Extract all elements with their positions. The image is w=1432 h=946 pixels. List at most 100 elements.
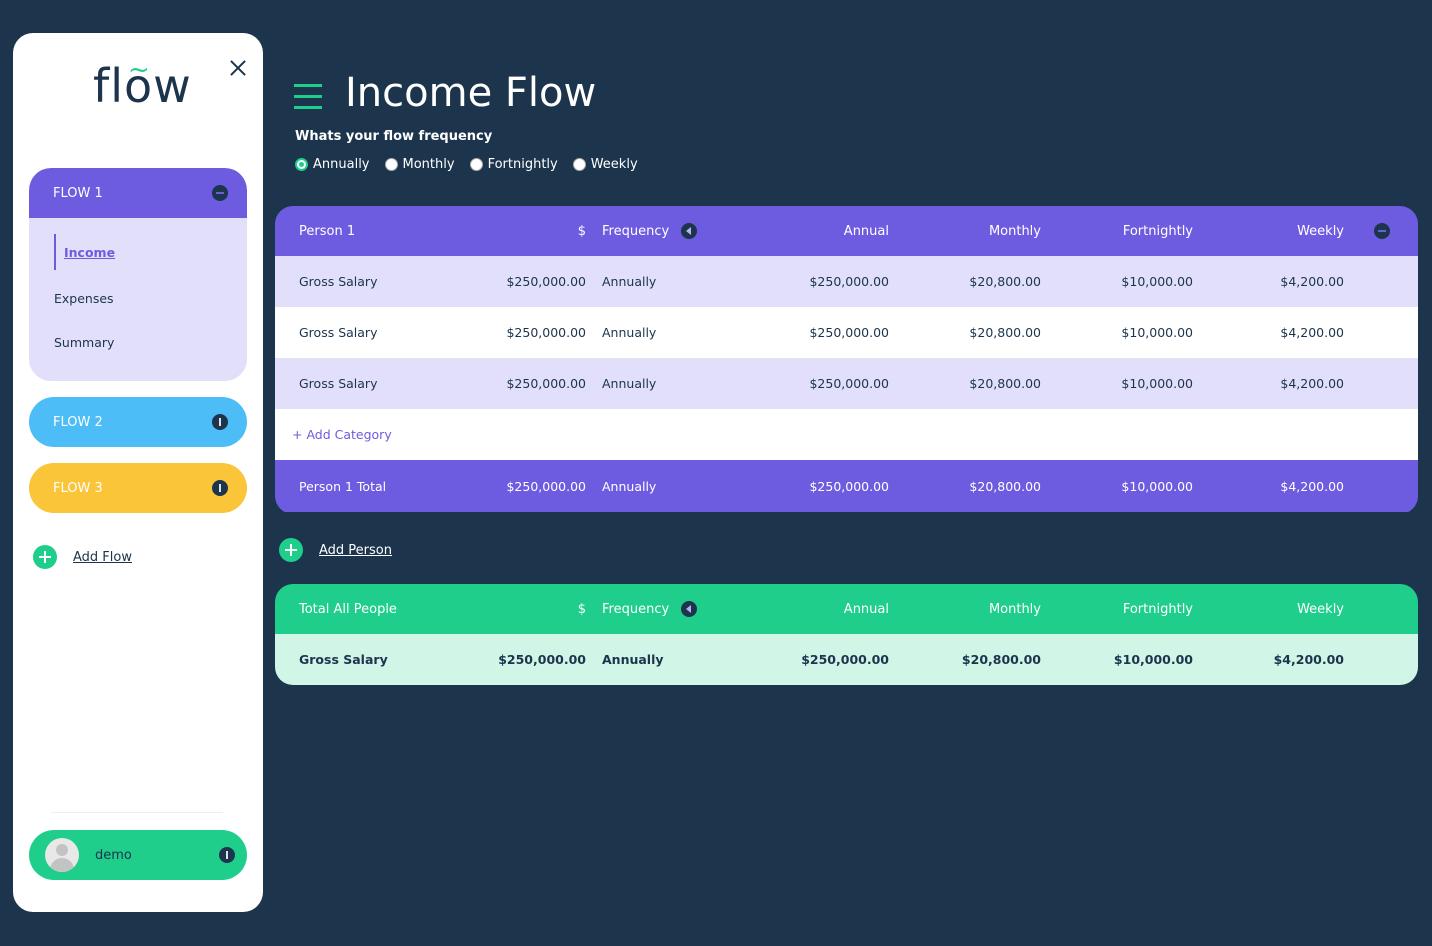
person-total-row: Person 1 Total $250,000.00 Annually $250… bbox=[275, 460, 1418, 512]
cell-frequency: Annually bbox=[602, 376, 657, 391]
sort-icon[interactable] bbox=[681, 601, 698, 617]
col-monthly: Monthly bbox=[988, 223, 1041, 239]
avatar-icon bbox=[45, 838, 79, 872]
logo-tilde-icon: ~ bbox=[128, 55, 151, 85]
cell-fortnightly: $10,000.00 bbox=[1121, 478, 1193, 494]
cell-monthly: $20,800.00 bbox=[961, 652, 1041, 667]
cell-fortnightly: $10,000.00 bbox=[1121, 376, 1193, 391]
radio-annually[interactable]: Annually bbox=[295, 157, 370, 172]
cell-annual: $250,000.00 bbox=[809, 478, 889, 494]
cell-amount: $250,000.00 bbox=[506, 376, 586, 391]
radio-icon bbox=[572, 158, 586, 171]
radio-icon bbox=[384, 158, 398, 171]
table-header: Person 1 $ Frequency Annual Monthly Fort… bbox=[275, 206, 1418, 256]
col-amount: $ bbox=[577, 223, 586, 239]
add-icon bbox=[33, 545, 57, 569]
cell-amount: $250,000.00 bbox=[506, 274, 586, 289]
radio-label: Monthly bbox=[402, 157, 455, 172]
add-category-row: + Add Category bbox=[275, 409, 1418, 460]
cell-monthly: $20,800.00 bbox=[969, 325, 1041, 340]
radio-icon bbox=[295, 158, 308, 171]
subnav-item-summary[interactable]: Summary bbox=[54, 320, 247, 364]
hamburger-icon[interactable] bbox=[294, 84, 322, 110]
cell-name: Gross Salary bbox=[299, 652, 388, 667]
cell-weekly: $4,200.00 bbox=[1280, 274, 1344, 289]
col-frequency: Frequency bbox=[602, 206, 698, 256]
divider bbox=[51, 812, 223, 813]
col-total-people: Total All People bbox=[299, 601, 397, 617]
collapse-icon[interactable] bbox=[212, 185, 228, 201]
flow-2-label: FLOW 2 bbox=[53, 414, 103, 430]
expand-icon[interactable] bbox=[219, 847, 235, 863]
add-category-button[interactable]: + Add Category bbox=[292, 409, 392, 460]
cell-fortnightly: $10,000.00 bbox=[1113, 652, 1193, 667]
add-icon bbox=[279, 538, 303, 562]
collapse-person-control[interactable] bbox=[1362, 206, 1390, 256]
subnav-item-expenses[interactable]: Expenses bbox=[54, 276, 247, 320]
person-table: Person 1 $ Frequency Annual Monthly Fort… bbox=[275, 206, 1418, 514]
cell-annual: $250,000.00 bbox=[801, 652, 889, 667]
add-person-button[interactable]: Add Person bbox=[279, 538, 392, 562]
flow-card-2[interactable]: FLOW 2 bbox=[29, 397, 247, 447]
flow-3-label: FLOW 3 bbox=[53, 480, 103, 496]
cell-amount: $250,000.00 bbox=[506, 325, 586, 340]
app-logo: flow ~ bbox=[93, 55, 192, 113]
cell-name: Gross Salary bbox=[299, 325, 378, 340]
col-person[interactable]: Person 1 bbox=[299, 206, 355, 256]
cell-amount: $250,000.00 bbox=[506, 478, 586, 494]
radio-fortnightly[interactable]: Fortnightly bbox=[469, 157, 558, 172]
cell-annual: $250,000.00 bbox=[809, 376, 889, 391]
add-flow-button[interactable]: Add Flow bbox=[33, 545, 132, 569]
expand-icon[interactable] bbox=[212, 480, 228, 496]
cell-weekly: $4,200.00 bbox=[1280, 376, 1344, 391]
table-row[interactable]: Gross Salary $250,000.00 Annually $250,0… bbox=[275, 358, 1418, 409]
user-menu[interactable]: demo bbox=[29, 830, 247, 880]
cell-annual: $250,000.00 bbox=[809, 325, 889, 340]
cell-weekly: $4,200.00 bbox=[1280, 325, 1344, 340]
col-fortnightly: Fortnightly bbox=[1122, 601, 1193, 617]
page-title: Income Flow bbox=[345, 70, 597, 116]
col-frequency-label: Frequency bbox=[602, 601, 670, 617]
col-amount: $ bbox=[577, 601, 586, 617]
cell-name: Gross Salary bbox=[299, 376, 378, 391]
col-monthly: Monthly bbox=[988, 601, 1041, 617]
cell-name: Person 1 Total bbox=[299, 478, 387, 494]
col-frequency: Frequency bbox=[602, 584, 698, 634]
cell-frequency: Annually bbox=[602, 478, 657, 494]
flow-card-3[interactable]: FLOW 3 bbox=[29, 463, 247, 513]
cell-frequency: Annually bbox=[602, 274, 657, 289]
cell-monthly: $20,800.00 bbox=[969, 274, 1041, 289]
col-weekly: Weekly bbox=[1297, 601, 1344, 617]
col-frequency-label: Frequency bbox=[602, 223, 670, 239]
cell-frequency: Annually bbox=[602, 325, 657, 340]
cell-monthly: $20,800.00 bbox=[969, 376, 1041, 391]
flow-card-1: FLOW 1 Income Expenses Summary bbox=[29, 168, 247, 381]
cell-fortnightly: $10,000.00 bbox=[1121, 274, 1193, 289]
radio-monthly[interactable]: Monthly bbox=[384, 157, 455, 172]
radio-label: Fortnightly bbox=[487, 157, 558, 172]
cell-amount: $250,000.00 bbox=[498, 652, 586, 667]
sort-icon[interactable] bbox=[681, 223, 698, 239]
table-header: Total All People $ Frequency Annual Mont… bbox=[275, 584, 1418, 634]
add-flow-label: Add Flow bbox=[73, 549, 132, 565]
col-fortnightly: Fortnightly bbox=[1122, 223, 1193, 239]
cell-annual: $250,000.00 bbox=[809, 274, 889, 289]
flow-1-subnav: Income Expenses Summary bbox=[29, 234, 247, 364]
cell-weekly: $4,200.00 bbox=[1280, 478, 1344, 494]
cell-fortnightly: $10,000.00 bbox=[1121, 325, 1193, 340]
collapse-icon[interactable] bbox=[1374, 223, 1390, 239]
col-annual: Annual bbox=[843, 223, 889, 239]
sidebar: flow ~ FLOW 1 Income Expenses Summary FL… bbox=[13, 33, 263, 912]
flow-1-header[interactable]: FLOW 1 bbox=[29, 168, 247, 218]
radio-label: Weekly bbox=[590, 157, 638, 172]
expand-icon[interactable] bbox=[212, 414, 228, 430]
close-sidebar-icon[interactable] bbox=[227, 57, 249, 79]
subnav-item-income[interactable]: Income bbox=[54, 234, 247, 270]
flow-1-label: FLOW 1 bbox=[53, 185, 103, 201]
radio-icon bbox=[469, 158, 483, 171]
add-person-label: Add Person bbox=[319, 542, 392, 558]
radio-weekly[interactable]: Weekly bbox=[572, 157, 638, 172]
table-row[interactable]: Gross Salary $250,000.00 Annually $250,0… bbox=[275, 256, 1418, 307]
cell-name: Gross Salary bbox=[299, 274, 378, 289]
table-row[interactable]: Gross Salary $250,000.00 Annually $250,0… bbox=[275, 307, 1418, 358]
